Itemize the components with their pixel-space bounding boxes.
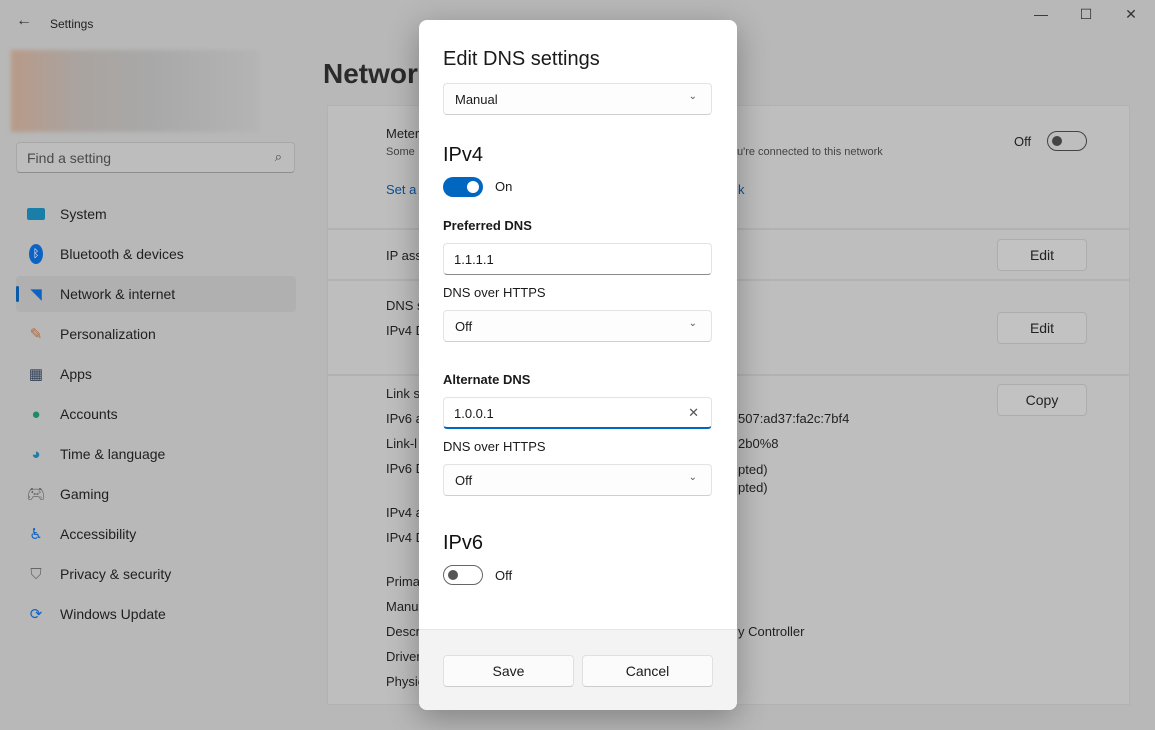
cancel-button[interactable]: Cancel xyxy=(582,655,713,687)
sidebar-item-label: System xyxy=(60,206,107,222)
ipv6-dns-value-2: pted) xyxy=(738,480,768,495)
sidebar-item-label: Network & internet xyxy=(60,286,176,302)
sidebar-item-gaming[interactable]: 🎮︎ Gaming xyxy=(16,476,296,512)
search-icon: ⌕ xyxy=(274,149,282,164)
sidebar-item-network[interactable]: ◥ Network & internet xyxy=(16,276,296,312)
close-icon[interactable]: ✕ xyxy=(1116,6,1146,23)
selection-indicator xyxy=(16,286,19,302)
search-input[interactable]: Find a setting ⌕ xyxy=(16,142,295,173)
ipv6-dns-value: pted) xyxy=(738,462,768,477)
wifi-icon: ◥ xyxy=(30,286,42,303)
prop-label: Descr xyxy=(386,624,420,639)
metered-toggle[interactable] xyxy=(1047,131,1087,151)
sidebar-item-time-language[interactable]: ◕ Time & language xyxy=(16,436,296,472)
user-profile-blurred xyxy=(11,50,258,132)
dns-mode-select[interactable]: Manual ⌄ xyxy=(443,83,712,115)
dns-label: DNS s xyxy=(386,298,424,313)
doh-value: Off xyxy=(455,473,473,488)
sidebar-item-windows-update[interactable]: ⟳ Windows Update xyxy=(16,596,296,632)
update-icon: ⟳ xyxy=(29,606,43,623)
edit-dns-dialog: Edit DNS settings Manual ⌄ IPv4 On Prefer… xyxy=(419,20,737,710)
sidebar-item-label: Windows Update xyxy=(60,606,166,622)
maximize-icon[interactable]: ☐ xyxy=(1071,6,1101,23)
description-value: y Controller xyxy=(738,624,805,639)
sidebar-item-label: Gaming xyxy=(60,486,110,502)
window-title: Settings xyxy=(50,17,94,31)
doh-select-preferred[interactable]: Off ⌄ xyxy=(443,310,712,342)
ipv6-toggle-label: Off xyxy=(495,568,513,583)
prop-label: Manu xyxy=(386,599,419,614)
apps-icon: ▦ xyxy=(28,366,44,383)
accessibility-icon: ♿︎ xyxy=(29,526,43,543)
chevron-down-icon: ⌄ xyxy=(688,91,697,102)
gamepad-icon: 🎮︎ xyxy=(26,486,46,503)
prop-label: Link-l xyxy=(386,436,418,451)
sidebar-item-personalization[interactable]: ✎ Personalization xyxy=(16,316,296,352)
ipv6-toggle[interactable] xyxy=(443,565,483,585)
metered-toggle-label: Off xyxy=(1014,134,1032,149)
data-limit-link[interactable]: Set a xyxy=(386,182,416,197)
preferred-dns-label: Preferred DNS xyxy=(443,218,532,233)
sidebar-item-apps[interactable]: ▦ Apps xyxy=(16,356,296,392)
sidebar-item-system[interactable]: System xyxy=(16,196,296,232)
prop-label: Prima xyxy=(386,574,420,589)
clear-icon[interactable]: ✕ xyxy=(688,405,699,421)
sidebar-item-bluetooth[interactable]: ᛒ Bluetooth & devices xyxy=(16,236,296,272)
prop-label: IPv6 a xyxy=(386,411,423,426)
metered-desc: Some xyxy=(386,146,415,158)
chevron-down-icon: ⌄ xyxy=(688,472,697,483)
prop-label: Link s xyxy=(386,386,420,401)
brush-icon: ✎ xyxy=(29,326,43,343)
shield-icon: ⛉ xyxy=(30,565,42,583)
sidebar-item-label: Time & language xyxy=(60,446,166,462)
sidebar-item-label: Privacy & security xyxy=(60,566,172,582)
back-icon[interactable]: ← xyxy=(16,12,32,30)
page-title: Networ xyxy=(323,58,418,89)
sidebar-item-label: Personalization xyxy=(60,326,156,342)
sidebar-item-accessibility[interactable]: ♿︎ Accessibility xyxy=(16,516,296,552)
preferred-dns-value: 1.1.1.1 xyxy=(454,252,494,267)
sidebar-item-accounts[interactable]: ● Accounts xyxy=(16,396,296,432)
alternate-dns-input[interactable]: 1.0.0.1 ✕ xyxy=(443,397,712,429)
ipv4-heading: IPv4 xyxy=(443,144,484,166)
chevron-down-icon: ⌄ xyxy=(688,318,697,329)
save-button[interactable]: Save xyxy=(443,655,574,687)
doh-label-alternate: DNS over HTTPS xyxy=(443,439,546,454)
dns-mode-value: Manual xyxy=(455,92,498,107)
dialog-footer: Save Cancel xyxy=(419,629,737,710)
ipv4-toggle[interactable] xyxy=(443,177,483,197)
search-placeholder: Find a setting xyxy=(27,150,112,166)
prop-label: IPv4 a xyxy=(386,505,423,520)
person-icon: ● xyxy=(31,405,41,423)
ip-assignment-label: IP ass xyxy=(386,248,422,263)
dns-edit-button[interactable]: Edit xyxy=(997,312,1087,344)
preferred-dns-input[interactable]: 1.1.1.1 xyxy=(443,243,712,275)
prop-label: Driver xyxy=(386,649,421,664)
sidebar-item-label: Accounts xyxy=(60,406,118,422)
doh-label-preferred: DNS over HTTPS xyxy=(443,285,546,300)
ipv6-heading: IPv6 xyxy=(443,532,484,554)
alternate-dns-label: Alternate DNS xyxy=(443,372,531,387)
sidebar-item-label: Bluetooth & devices xyxy=(60,246,184,262)
ip-edit-button[interactable]: Edit xyxy=(997,239,1087,271)
globe-clock-icon: ◕ xyxy=(31,445,41,463)
ipv4-toggle-label: On xyxy=(495,179,513,194)
sidebar-item-label: Apps xyxy=(60,366,92,382)
doh-select-alternate[interactable]: Off ⌄ xyxy=(443,464,712,496)
link-local-value: 2b0%8 xyxy=(738,436,779,451)
bluetooth-icon: ᛒ xyxy=(29,244,43,264)
doh-value: Off xyxy=(455,319,473,334)
dialog-title: Edit DNS settings xyxy=(443,48,600,70)
data-limit-link-right[interactable]: k xyxy=(738,182,745,197)
monitor-icon xyxy=(26,204,46,224)
metered-label: Meter xyxy=(386,126,420,141)
copy-button[interactable]: Copy xyxy=(997,384,1087,416)
ipv6-address-value: 507:ad37:fa2c:7bf4 xyxy=(738,411,850,426)
sidebar-item-privacy[interactable]: ⛉ Privacy & security xyxy=(16,556,296,592)
alternate-dns-value: 1.0.0.1 xyxy=(454,406,494,421)
metered-desc-right: u're connected to this network xyxy=(737,146,883,158)
minimize-icon[interactable]: — xyxy=(1026,6,1056,22)
sidebar-item-label: Accessibility xyxy=(60,526,137,542)
